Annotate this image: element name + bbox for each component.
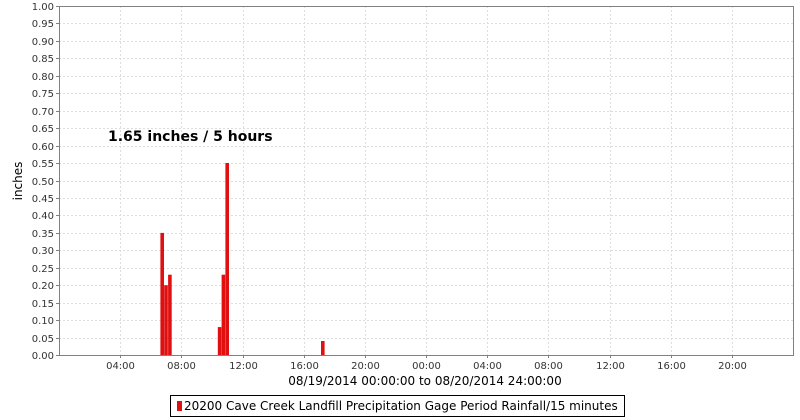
rainfall-bar (321, 341, 325, 355)
y-axis-title: inches (11, 162, 25, 201)
y-tick-label: 0.05 (32, 334, 54, 345)
y-tick-label: 0.25 (32, 264, 54, 275)
y-tick-label: 0.40 (32, 211, 54, 222)
y-tick-label: 0.95 (32, 19, 54, 30)
y-tick-label: 0.75 (32, 89, 54, 100)
y-tick-label: 0.90 (32, 37, 54, 48)
y-tick-label: 0.30 (32, 246, 54, 257)
x-tick-label: 20:00 (718, 361, 747, 372)
rainfall-bar (160, 232, 164, 355)
y-tick-label: 0.50 (32, 177, 54, 188)
y-tick-label: 0.70 (32, 107, 54, 118)
x-tick-label: 08:00 (534, 361, 563, 372)
y-tick-label: 0.80 (32, 72, 54, 83)
x-axis-title: 08/19/2014 00:00:00 to 08/20/2014 24:00:… (288, 374, 561, 388)
x-tick-label: 04:00 (473, 361, 502, 372)
x-tick-label: 08:00 (167, 361, 196, 372)
x-axis-ticks: 04:00 08:00 12:00 16:00 20:00 00:00 04:00 08:00… (106, 355, 747, 372)
x-tick-label: 04:00 (106, 361, 135, 372)
y-tick-label: 0.20 (32, 281, 54, 292)
y-tick-label: 0.35 (32, 229, 54, 240)
x-tick-label: 16:00 (290, 361, 319, 372)
legend: 20200 Cave Creek Landfill Precipitation … (170, 395, 625, 417)
y-tick-label: 0.60 (32, 142, 54, 153)
x-tick-label: 16:00 (657, 361, 686, 372)
x-tick-label: 00:00 (412, 361, 441, 372)
y-tick-label: 1.00 (32, 2, 54, 13)
legend-label: 20200 Cave Creek Landfill Precipitation … (184, 399, 618, 413)
y-tick-label: 0.15 (32, 299, 54, 310)
y-tick-label: 0.45 (32, 194, 54, 205)
rainfall-bar (164, 285, 168, 355)
bar-series (160, 163, 325, 355)
x-tick-label: 12:00 (229, 361, 258, 372)
y-tick-label: 0.55 (32, 159, 54, 170)
x-tick-label: 12:00 (596, 361, 625, 372)
rainfall-bar (221, 274, 226, 355)
rainfall-bar (168, 274, 172, 355)
y-tick-label: 0.00 (32, 351, 54, 362)
y-axis-ticks: 0.00 0.05 0.10 0.15 0.20 0.25 0.30 0.35 0.40 0.45… (32, 2, 59, 362)
y-tick-label: 0.65 (32, 124, 54, 135)
rainfall-chart: 0.00 0.05 0.10 0.15 0.20 0.25 0.30 0.35 0.40 0.45… (11, 2, 794, 388)
legend-swatch (177, 401, 182, 411)
y-tick-label: 0.10 (32, 316, 54, 327)
x-tick-label: 20:00 (351, 361, 380, 372)
rainfall-bar (217, 327, 222, 355)
rainfall-annotation: 1.65 inches / 5 hours (108, 129, 273, 145)
rainfall-bar (225, 163, 229, 355)
y-tick-label: 0.85 (32, 54, 54, 65)
